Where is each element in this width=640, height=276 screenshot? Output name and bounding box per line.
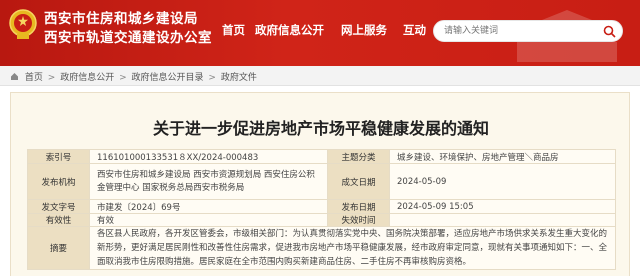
- breadcrumb-separator: >: [47, 73, 56, 83]
- search-icon[interactable]: [603, 25, 616, 38]
- nav-online-service[interactable]: 网上服务: [341, 22, 387, 38]
- publish-date-value: 2024-05-09 15:05: [389, 199, 616, 214]
- validity-value: 有效: [89, 213, 328, 227]
- written-date-value: 2024-05-09: [389, 163, 616, 200]
- article-panel: 关于进一步促进房地产市场平稳健康发展的通知 索引号 11610100013353…: [10, 92, 630, 276]
- summary-value: 各区县人民政府，各开发区管委会，市级相关部门：为认真贯彻落实党中央、国务院决策部…: [97, 229, 608, 267]
- breadcrumb-separator: >: [208, 73, 216, 83]
- issuer-label: 发布机构: [27, 163, 90, 200]
- breadcrumb: 首页 > 政府信息公开 > 政府信息公开目录 > 政府文件: [0, 66, 640, 86]
- table-row: 摘要 各区县人民政府，各开发区管委会，市级相关部门：为认真贯彻落实党中央、国务院…: [27, 226, 616, 270]
- table-row: 索引号 116101000133531８XX/2024-000483 主题分类 …: [27, 149, 616, 164]
- topic-label: 主题分类: [327, 149, 390, 164]
- expiry-label: 失效时间: [327, 213, 390, 227]
- summary-label: 摘要: [27, 226, 90, 270]
- table-row: 有效性 有效 失效时间: [27, 213, 616, 227]
- summary-cell: 各区县人民政府，各开发区管委会，市级相关部门：为认真贯彻落实党中央、国务院决策部…: [89, 226, 616, 270]
- validity-label: 有效性: [27, 213, 90, 227]
- written-date-label: 成文日期: [327, 163, 390, 200]
- issuer-value: 西安市住房和城乡建设局 西安市资源规划局 西安住房公积金管理中心 国家税务总局西…: [97, 169, 315, 193]
- search-box: [433, 20, 623, 42]
- expiry-value: [389, 213, 616, 227]
- breadcrumb-gov-info-catalog[interactable]: 政府信息公开目录: [132, 70, 204, 83]
- breadcrumb-home[interactable]: 首页: [25, 70, 43, 83]
- topic-value: 城乡建设、环境保护、房地产管理＼商品房: [389, 149, 616, 164]
- table-row: 发文字号 市建发〔2024〕69号 发布日期 2024-05-09 15:05: [27, 199, 616, 214]
- table-row: 发布机构 西安市住房和城乡建设局 西安市资源规划局 西安住房公积金管理中心 国家…: [27, 163, 616, 200]
- index-label: 索引号: [27, 149, 90, 164]
- page-title: 关于进一步促进房地产市场平稳健康发展的通知: [152, 119, 489, 138]
- issuer-cell: 西安市住房和城乡建设局 西安市资源规划局 西安住房公积金管理中心 国家税务总局西…: [89, 163, 328, 200]
- search-input[interactable]: [444, 23, 594, 39]
- publish-date-label: 发布日期: [327, 199, 390, 214]
- nav-home[interactable]: 首页: [222, 22, 245, 38]
- nav-gov-info[interactable]: 政府信息公开: [255, 22, 324, 38]
- home-icon[interactable]: [10, 72, 19, 81]
- breadcrumb-gov-info[interactable]: 政府信息公开: [60, 70, 114, 83]
- nav-interaction[interactable]: 互动: [403, 22, 426, 38]
- breadcrumb-separator: >: [119, 73, 127, 83]
- doc-number-label: 发文字号: [27, 199, 90, 214]
- index-value: 116101000133531８XX/2024-000483: [89, 149, 328, 164]
- doc-number-value: 市建发〔2024〕69号: [89, 199, 328, 214]
- document-meta-table: 索引号 116101000133531８XX/2024-000483 主题分类 …: [27, 149, 616, 270]
- breadcrumb-gov-documents[interactable]: 政府文件: [221, 70, 257, 83]
- site-header: 西安市住房和城乡建设局 西安市轨道交通建设办公室 首页 政府信息公开 网上服务 …: [0, 0, 640, 66]
